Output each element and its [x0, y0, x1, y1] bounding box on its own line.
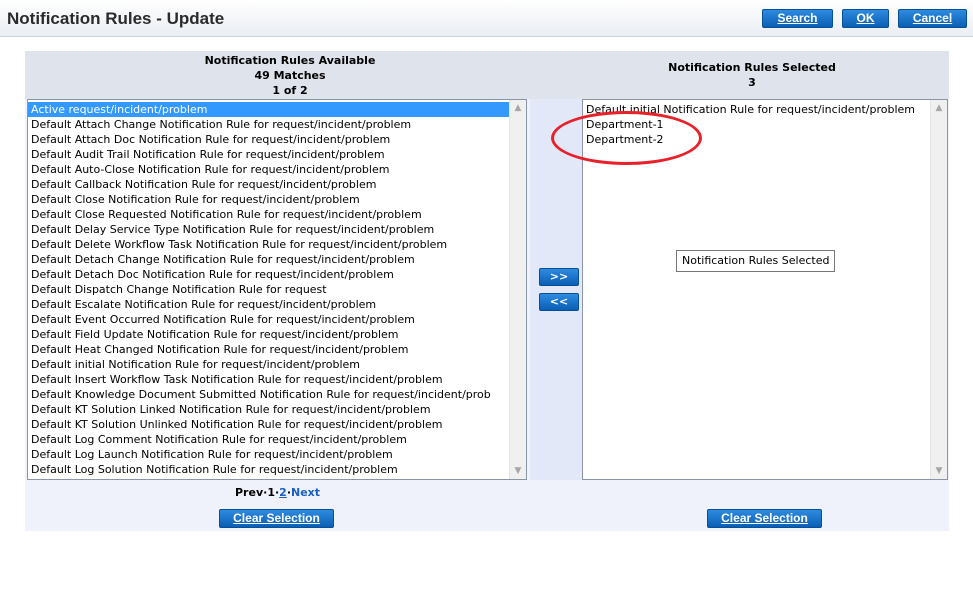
list-item[interactable]: Default Attach Change Notification Rule … [28, 117, 526, 132]
pager-page-1: 1 [267, 486, 275, 499]
list-item[interactable]: Default Log Comment Notification Rule fo… [28, 432, 526, 447]
search-button[interactable]: Search [762, 9, 833, 28]
list-item[interactable]: Default Audit Trail Notification Rule fo… [28, 147, 526, 162]
selected-clear-selection-button[interactable]: Clear Selection [707, 509, 822, 528]
list-item[interactable]: Default Knowledge Document Submitted Not… [28, 387, 526, 402]
chevron-up-icon[interactable]: ▲ [510, 100, 526, 116]
list-item[interactable]: Default Escalate Notification Rule for r… [28, 297, 526, 312]
list-item[interactable]: Default Event Occurred Notification Rule… [28, 312, 526, 327]
list-item[interactable]: Default Detach Doc Notification Rule for… [28, 267, 526, 282]
list-item[interactable]: Default Heat Changed Notification Rule f… [28, 342, 526, 357]
available-title: Notification Rules Available [204, 54, 376, 67]
available-header: Notification Rules Available 49 Matches … [25, 51, 555, 99]
available-page-indicator: 1 of 2 [272, 84, 308, 97]
list-item[interactable]: Default Attach Doc Notification Rule for… [28, 132, 526, 147]
selected-scrollbar[interactable]: ▲ ▼ [930, 100, 947, 479]
list-item[interactable]: Default Close Notification Rule for requ… [28, 192, 526, 207]
pagination: Prev·1·2·Next [235, 486, 320, 499]
list-item[interactable]: Default Callback Notification Rule for r… [28, 177, 526, 192]
selected-title: Notification Rules Selected [668, 61, 836, 74]
selected-count: 3 [748, 76, 756, 89]
page-title: Notification Rules - Update [7, 9, 225, 28]
pager-prev: Prev [235, 486, 264, 499]
available-matches: 49 Matches [254, 69, 326, 82]
tooltip: Notification Rules Selected [676, 250, 836, 272]
chevron-down-icon[interactable]: ▼ [510, 463, 526, 479]
pager-next[interactable]: Next [291, 486, 320, 499]
list-item[interactable]: Default Log Launch Notification Rule for… [28, 447, 526, 462]
pager-page-2[interactable]: 2 [279, 486, 287, 499]
annotation-circle [551, 111, 702, 165]
available-list: Active request/incident/problem Default A… [28, 100, 526, 477]
list-item[interactable]: Default Insert Workflow Task Notificatio… [28, 372, 526, 387]
list-item[interactable]: Default KT Solution Unlinked Notificatio… [28, 417, 526, 432]
list-item[interactable]: Active request/incident/problem [28, 102, 526, 117]
list-item[interactable]: Default Log Solution Notification Rule f… [28, 462, 526, 477]
list-item[interactable]: Default Delete Workflow Task Notificatio… [28, 237, 526, 252]
available-listbox[interactable]: Active request/incident/problem Default A… [27, 99, 527, 480]
selection-panel: Notification Rules Available 49 Matches … [25, 51, 949, 531]
list-item[interactable]: Default KT Solution Linked Notification … [28, 402, 526, 417]
available-clear-selection-button[interactable]: Clear Selection [219, 509, 334, 528]
list-item[interactable]: Default Auto-Close Notification Rule for… [28, 162, 526, 177]
list-item[interactable]: Default Close Requested Notification Rul… [28, 207, 526, 222]
cancel-button[interactable]: Cancel [898, 9, 967, 28]
add-button[interactable]: >> [539, 268, 579, 286]
available-scrollbar[interactable]: ▲ ▼ [509, 100, 526, 479]
list-item[interactable]: Default Detach Change Notification Rule … [28, 252, 526, 267]
list-item[interactable]: Default initial Notification Rule for re… [28, 357, 526, 372]
title-bar: Notification Rules - Update Search OK Ca… [0, 0, 973, 37]
chevron-up-icon[interactable]: ▲ [931, 100, 947, 116]
selected-header: Notification Rules Selected 3 [555, 51, 949, 99]
remove-button[interactable]: << [539, 293, 579, 311]
list-item[interactable]: Default Dispatch Change Notification Rul… [28, 282, 526, 297]
list-item[interactable]: Default Delay Service Type Notification … [28, 222, 526, 237]
ok-button[interactable]: OK [842, 9, 889, 28]
chevron-down-icon[interactable]: ▼ [931, 463, 947, 479]
list-item[interactable]: Default Field Update Notification Rule f… [28, 327, 526, 342]
